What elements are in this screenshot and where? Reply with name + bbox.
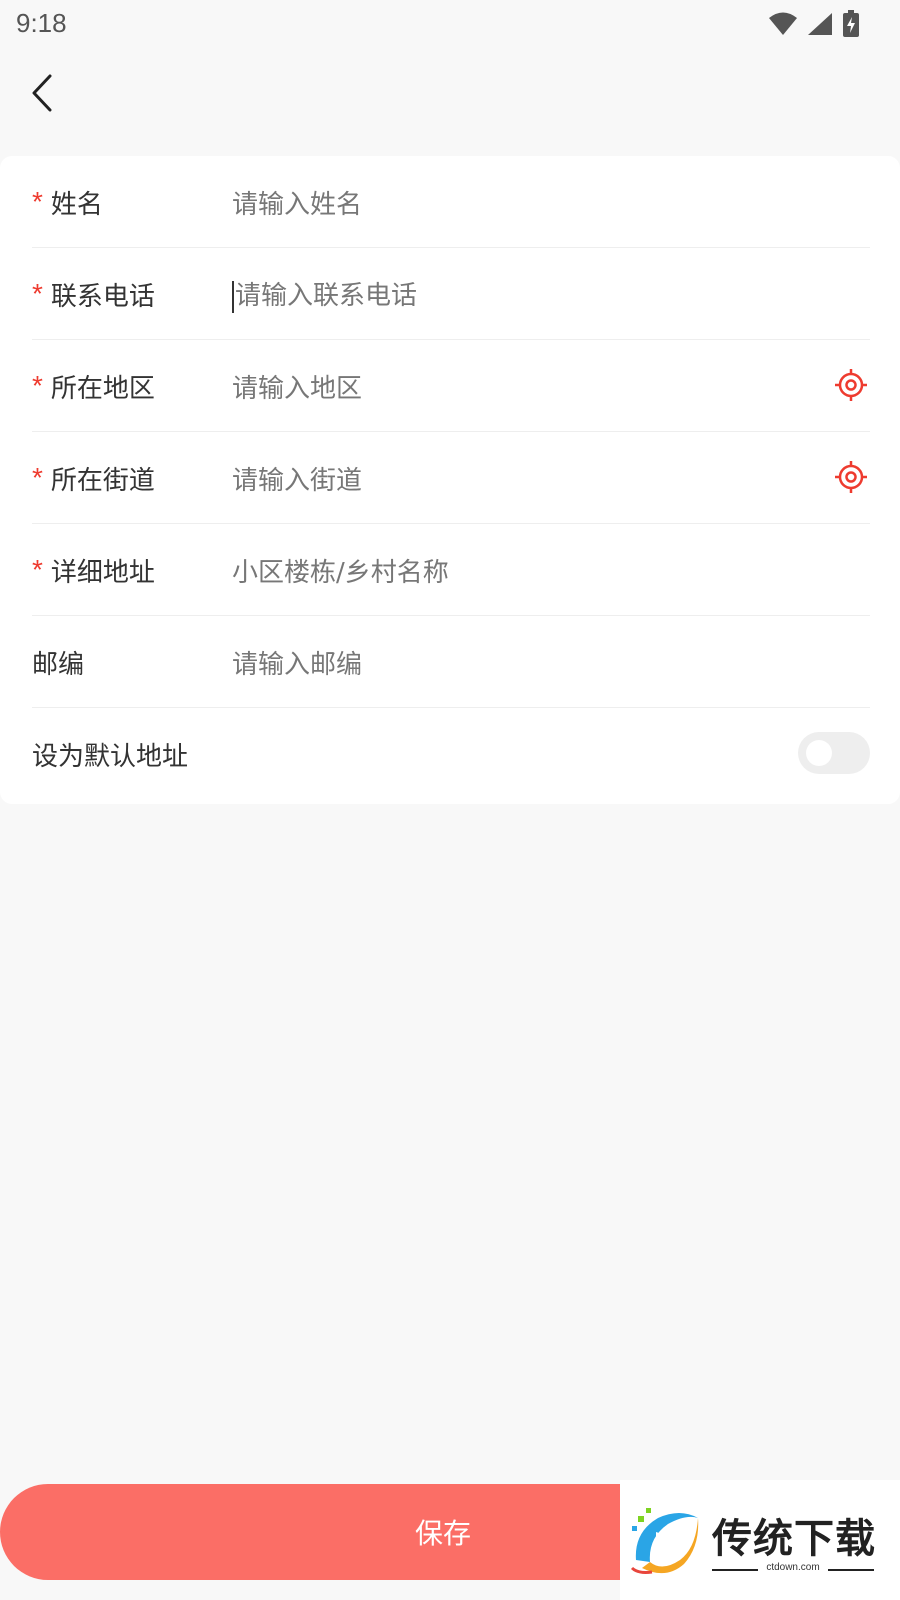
name-placeholder: 请输入姓名	[232, 189, 363, 220]
watermark-text: 传统下载	[712, 1516, 876, 1562]
street-input[interactable]: 请输入街道	[232, 460, 870, 497]
required-mark: *	[32, 462, 43, 493]
status-icons	[768, 10, 860, 38]
phone-placeholder: 请输入联系电话	[235, 281, 418, 312]
name-input[interactable]: 请输入姓名	[232, 184, 870, 221]
field-label: * 姓名	[32, 184, 232, 221]
default-address-toggle[interactable]	[798, 732, 870, 774]
toggle-knob	[806, 740, 832, 766]
street-label: 所在街道	[50, 465, 155, 496]
region-label: 所在地区	[50, 373, 155, 404]
required-mark: *	[32, 186, 43, 217]
region-input[interactable]: 请输入地区	[232, 368, 870, 405]
address-form-card: * 姓名 请输入姓名 * 联系电话 请输入联系电话 * 所在地区 请输入地区 *…	[0, 156, 900, 804]
text-cursor	[232, 280, 234, 313]
watermark-subtext: ctdown.com	[712, 1562, 874, 1573]
status-bar: 9:18	[0, 0, 900, 48]
wifi-icon	[769, 12, 797, 35]
postcode-label: 邮编	[32, 649, 85, 680]
field-label: * 联系电话	[32, 276, 232, 313]
form-row-postcode: 邮编 请输入邮编	[32, 616, 870, 708]
field-label: * 所在地区	[32, 368, 232, 405]
required-mark: *	[32, 278, 43, 309]
chevron-left-icon	[32, 74, 52, 112]
field-label: 设为默认地址	[32, 736, 232, 773]
form-row-default: 设为默认地址	[32, 708, 870, 800]
watermark-logo: 传统下载 ctdown.com	[620, 1480, 900, 1600]
form-row-detail-address: * 详细地址 小区楼栋/乡村名称	[32, 524, 870, 616]
postcode-input[interactable]: 请输入邮编	[232, 644, 870, 681]
form-row-region: * 所在地区 请输入地区	[32, 340, 870, 432]
form-row-name: * 姓名 请输入姓名	[32, 156, 870, 248]
phone-input[interactable]: 请输入联系电话	[232, 275, 870, 313]
status-time: 9:18	[16, 8, 67, 38]
postcode-placeholder: 请输入邮编	[232, 649, 363, 680]
field-label: * 所在街道	[32, 460, 232, 497]
detail-address-placeholder: 小区楼栋/乡村名称	[232, 557, 449, 588]
detail-address-label: 详细地址	[50, 557, 155, 588]
field-label: * 详细地址	[32, 552, 232, 589]
required-mark: *	[32, 554, 43, 585]
detail-address-input[interactable]: 小区楼栋/乡村名称	[232, 552, 870, 589]
required-mark: *	[32, 370, 43, 401]
signal-icon	[808, 13, 832, 35]
form-row-phone: * 联系电话 请输入联系电话	[32, 248, 870, 340]
locate-icon[interactable]	[834, 368, 868, 402]
field-label: 邮编	[32, 644, 232, 681]
phone-label: 联系电话	[50, 281, 155, 312]
name-label: 姓名	[50, 189, 103, 220]
default-address-label: 设为默认地址	[32, 741, 189, 772]
street-placeholder: 请输入街道	[232, 465, 363, 496]
locate-icon[interactable]	[834, 460, 868, 494]
battery-charging-icon	[843, 10, 859, 37]
back-button[interactable]	[22, 68, 62, 118]
form-row-street: * 所在街道 请输入街道	[32, 432, 870, 524]
logo-icon	[630, 1508, 699, 1574]
region-placeholder: 请输入地区	[232, 373, 363, 404]
